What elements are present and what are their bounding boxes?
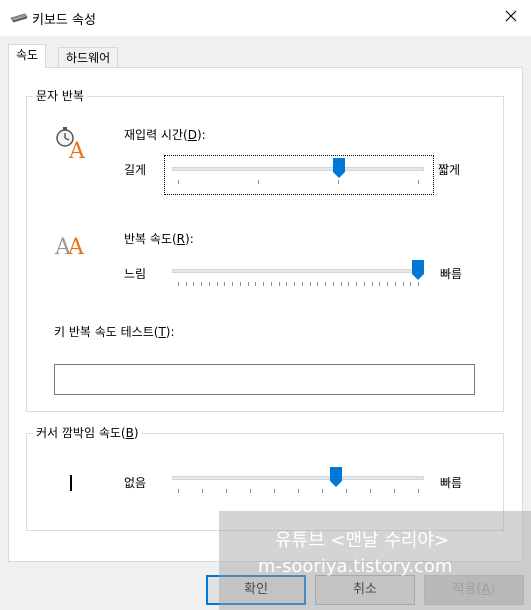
slider-tick xyxy=(178,282,179,286)
slider-track xyxy=(172,269,424,273)
slider-tick xyxy=(193,282,195,286)
slider-track xyxy=(172,167,424,171)
slider-tick xyxy=(418,180,419,184)
slider-tick xyxy=(332,282,334,286)
slider-tick xyxy=(294,282,296,286)
slider-ticks xyxy=(178,489,419,493)
slider-tick xyxy=(379,282,381,286)
slider-tick xyxy=(325,282,327,286)
slider-tick xyxy=(387,282,389,286)
slider-tick xyxy=(348,282,350,286)
watermark-line1: 유튜브 <맨날 수리야> xyxy=(275,530,450,551)
slider-tick xyxy=(322,489,323,493)
slider-tick xyxy=(363,282,365,286)
slider-tick xyxy=(216,282,218,286)
group-title: 문자 반복 xyxy=(33,89,87,103)
slider-tick xyxy=(410,282,412,286)
blink-right-label: 빠름 xyxy=(440,476,463,490)
slider-thumb[interactable] xyxy=(412,260,424,280)
repeat-rate-label: 반복 속도(R): xyxy=(124,232,194,246)
slider-tick xyxy=(286,282,288,286)
repeat-test-label: 키 반복 속도 테스트(T): xyxy=(54,325,175,339)
keyboard-icon xyxy=(10,13,28,23)
slider-tick xyxy=(356,282,358,286)
slider-thumb[interactable] xyxy=(332,158,345,178)
slider-ticks xyxy=(178,180,419,184)
slider-tick xyxy=(201,282,203,286)
slider-tick xyxy=(239,282,241,286)
slider-tick xyxy=(226,489,227,493)
slider-tick xyxy=(247,282,249,286)
slider-tick xyxy=(178,180,179,184)
rate-right-label: 빠름 xyxy=(440,267,463,281)
slider-tick xyxy=(298,489,299,493)
slider-tick xyxy=(418,282,419,286)
rate-left-label: 느림 xyxy=(124,267,147,281)
slider-tick xyxy=(309,282,311,286)
svg-text:A: A xyxy=(67,235,85,259)
cursor-blink-slider[interactable] xyxy=(172,467,424,497)
close-icon xyxy=(505,10,517,22)
slider-tick xyxy=(278,282,280,286)
delay-left-label: 길게 xyxy=(124,163,147,177)
double-a-icon: A A xyxy=(54,235,85,259)
slider-tick xyxy=(185,282,187,286)
slider-tick xyxy=(371,282,373,286)
tab-label: 하드웨어 xyxy=(66,51,111,65)
slider-tick xyxy=(255,282,257,286)
stopwatch-a-icon: A xyxy=(56,127,86,161)
slider-tick xyxy=(202,489,203,493)
tab-speed[interactable]: 속도 xyxy=(8,44,47,68)
slider-tick xyxy=(178,489,179,493)
slider-tick xyxy=(258,180,259,184)
slider-tick xyxy=(301,282,303,286)
slider-tick xyxy=(250,489,251,493)
repeat-delay-label: 재입력 시간(D): xyxy=(124,128,206,142)
slider-tick xyxy=(232,282,234,286)
group-title: 커서 깜박임 속도(B) xyxy=(33,426,142,440)
watermark-line2: m-sooriya.tistory.com xyxy=(258,556,453,577)
slider-tick xyxy=(270,282,272,286)
svg-text:A: A xyxy=(68,139,86,161)
slider-tick xyxy=(317,282,319,286)
slider-tick xyxy=(208,282,210,286)
cursor-icon xyxy=(70,475,72,491)
blink-left-label: 없음 xyxy=(124,476,147,490)
slider-tick xyxy=(340,282,342,286)
repeat-test-input[interactable] xyxy=(54,364,475,395)
delay-right-label: 짧게 xyxy=(438,163,461,177)
slider-thumb[interactable] xyxy=(330,467,343,487)
close-button[interactable] xyxy=(491,0,531,32)
slider-ticks xyxy=(178,282,419,286)
tab-label: 속도 xyxy=(16,48,39,62)
slider-tick xyxy=(263,282,265,286)
slider-tick xyxy=(370,489,371,493)
slider-tick xyxy=(224,282,226,286)
slider-tick xyxy=(418,489,419,493)
slider-tick xyxy=(346,489,347,493)
slider-tick xyxy=(338,180,339,184)
slider-tick xyxy=(394,489,395,493)
repeat-rate-slider[interactable] xyxy=(172,260,424,290)
slider-track xyxy=(172,476,424,480)
repeat-delay-slider[interactable] xyxy=(172,158,424,188)
window-title: 키보드 속성 xyxy=(32,13,96,28)
slider-tick xyxy=(402,282,404,286)
tab-hardware[interactable]: 하드웨어 xyxy=(58,47,119,69)
slider-tick xyxy=(394,282,396,286)
title-bar: 키보드 속성 xyxy=(0,0,531,36)
slider-tick xyxy=(274,489,275,493)
